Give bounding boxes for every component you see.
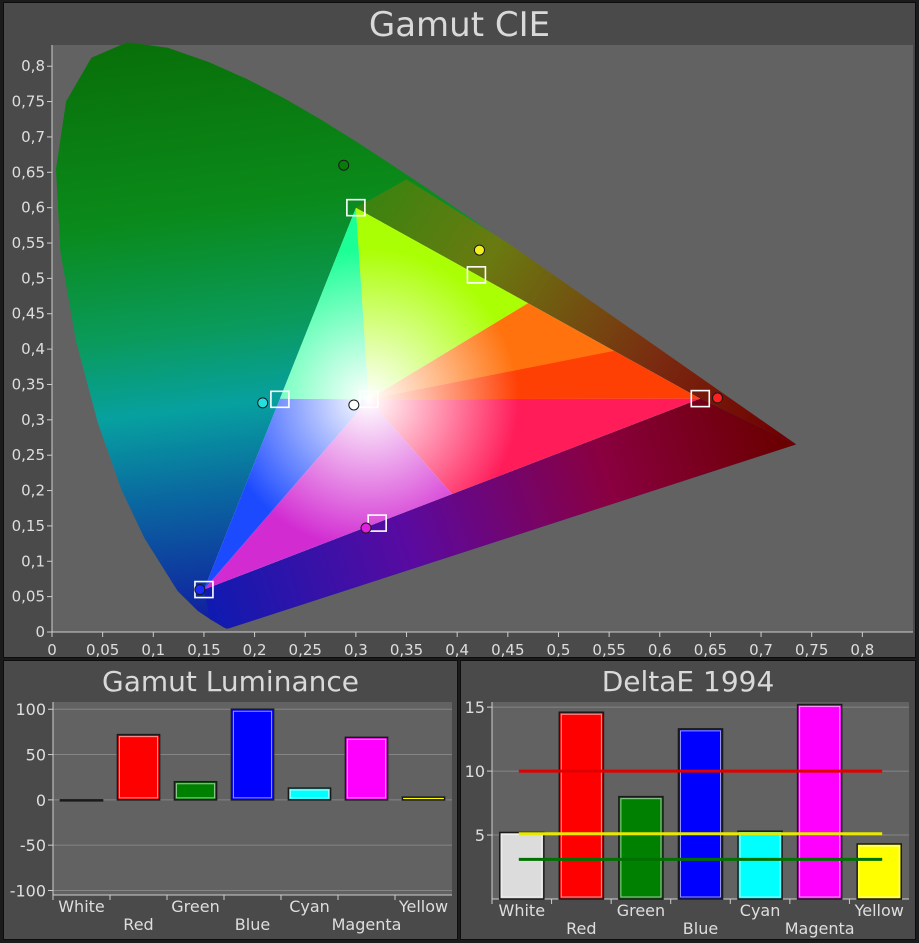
luminance-y-tick-label: 0: [36, 791, 46, 810]
deltae-x-label: Red: [566, 919, 596, 938]
deltae-x-label: Cyan: [740, 901, 781, 920]
deltae-y-tick-label: 5: [475, 826, 485, 845]
luminance-y-tick-label: 100: [15, 700, 46, 719]
deltae-y-tick-label: 10: [465, 762, 485, 781]
deltae-bar-blue: [677, 728, 724, 900]
deltae-bar-yellow: [856, 843, 903, 900]
luminance-bar-green: [173, 780, 218, 801]
luminance-y-tick-label: 50: [26, 746, 46, 765]
luminance-bar-white: [59, 799, 104, 802]
deltae-x-label: Magenta: [785, 919, 855, 938]
luminance-x-label: Red: [123, 915, 153, 934]
luminance-x-label: Green: [171, 897, 219, 916]
luminance-bar-blue: [230, 708, 275, 801]
luminance-y-tick-label: -50: [20, 836, 46, 855]
deltae-x-label: White: [499, 901, 546, 920]
deltae-x-label: Yellow: [854, 901, 904, 920]
deltae-bar-green: [618, 795, 664, 900]
luminance-x-label: Yellow: [398, 897, 448, 916]
deltae-bar-cyan: [737, 830, 783, 900]
luminance-x-label: White: [58, 897, 105, 916]
luminance-y-tick-label: -100: [10, 881, 46, 900]
deltae-x-label: Green: [617, 901, 665, 920]
deltae-bar-white: [498, 831, 545, 900]
deltae-x-label: Blue: [683, 919, 718, 938]
bar-charts: 100500-50-100WhiteRedGreenBlueCyanMagent…: [10, 698, 909, 938]
deltae-y-tick-label: 15: [465, 698, 485, 717]
luminance-x-label: Magenta: [332, 915, 402, 934]
luminance-x-label: Blue: [235, 915, 270, 934]
deltae-bar-magenta: [796, 703, 843, 900]
luminance-x-label: Cyan: [289, 897, 330, 916]
deltae-bar-red: [558, 711, 605, 900]
luminance-bar-magenta: [344, 736, 389, 801]
luminance-bar-yellow: [401, 796, 446, 801]
luminance-bar-red: [116, 733, 161, 801]
